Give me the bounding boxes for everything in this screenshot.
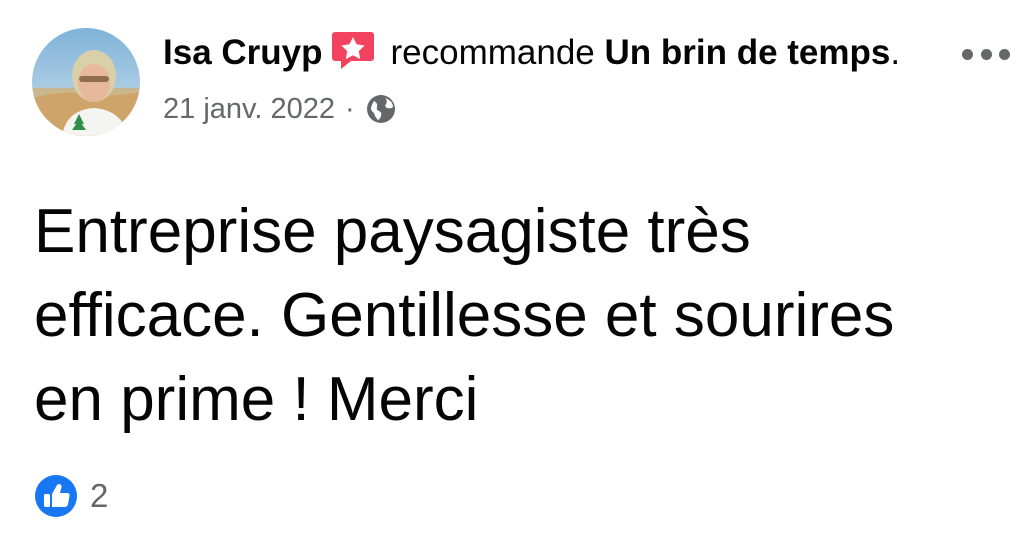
dot [980,48,992,60]
post-body: Entreprise paysagiste très efficace. Gen… [34,197,895,434]
page-suffix: . [890,33,901,72]
page-name-link[interactable]: Un brin de temps [605,33,891,72]
post-meta: 21 janv. 2022 · [163,92,923,126]
dot [962,48,973,60]
like-icon [34,474,78,518]
post-headline: Isa Cruyp recommande Un brin de temps. [163,28,923,84]
globe-icon [365,93,397,125]
post-date[interactable]: 21 janv. 2022 [163,93,335,126]
author-name[interactable]: Isa Cruyp [163,33,323,72]
recommendation-post: Isa Cruyp recommande Un brin de temps. 21… [0,0,1024,544]
dot [999,48,1010,60]
more-options-icon[interactable] [962,40,1010,68]
post-header: Isa Cruyp recommande Un brin de temps. 21… [163,28,923,126]
action-text: recommande [390,33,595,72]
reaction-summary[interactable]: 2 [34,474,108,518]
recommend-icon [331,30,375,84]
avatar[interactable] [32,28,140,136]
meta-separator: · [345,92,355,125]
reaction-count: 2 [90,477,109,514]
